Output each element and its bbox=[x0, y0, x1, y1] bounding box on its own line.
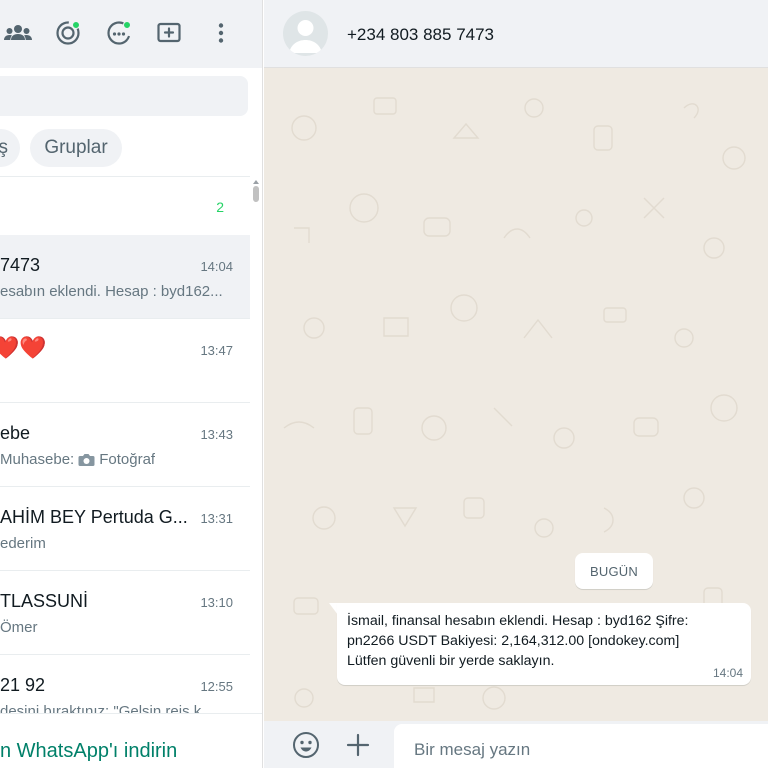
chat-name: ❤️❤️ bbox=[0, 335, 47, 360]
chat-name: 7473 bbox=[0, 255, 41, 275]
chat-list-item[interactable]: ebe 13:43 Muhasebe: Fotoğraf bbox=[0, 403, 250, 487]
chat-name: ebe bbox=[0, 423, 31, 443]
message-time: 14:04 bbox=[712, 666, 743, 680]
chat-list-item[interactable]: 7473 14:04 esabın eklendi. Hesap : byd16… bbox=[0, 235, 250, 319]
chat-name: TLASSUNİ bbox=[0, 591, 89, 611]
chat-list-header bbox=[0, 0, 262, 68]
search-input[interactable] bbox=[0, 76, 248, 116]
archived-count: 2 bbox=[216, 199, 224, 215]
filter-chip-groups[interactable]: Gruplar bbox=[30, 129, 122, 167]
chat-list-item[interactable]: AHİM BEY Pertuda G... 13:31 ederim bbox=[0, 487, 250, 571]
message-input[interactable] bbox=[394, 724, 768, 768]
communities-icon[interactable] bbox=[3, 18, 33, 48]
filter-chip-label: ş bbox=[0, 137, 8, 159]
archived-row[interactable]: 2 bbox=[0, 177, 250, 235]
filter-chip-unread[interactable]: ş bbox=[0, 129, 20, 167]
filter-chip-label: Gruplar bbox=[44, 137, 108, 158]
chat-preview: esabın eklendi. Hesap : byd162... bbox=[0, 283, 223, 300]
chat-preview: ederim bbox=[0, 535, 46, 552]
chat-name: 21 92 bbox=[0, 675, 46, 695]
chat-preview: desini bıraktınız: "Gelsin reis k... bbox=[0, 703, 214, 713]
new-chat-icon[interactable] bbox=[154, 18, 184, 48]
chat-list: 2 7473 14:04 esabın eklendi. Hesap : byd… bbox=[0, 176, 250, 713]
conversation-header: +234 803 885 7473 bbox=[264, 0, 768, 68]
menu-icon[interactable] bbox=[206, 18, 236, 48]
scroll-up-arrow-icon[interactable] bbox=[253, 180, 259, 184]
chat-time: 13:10 bbox=[200, 595, 233, 610]
scroll-thumb[interactable] bbox=[253, 186, 259, 202]
date-separator: BUGÜN bbox=[575, 553, 653, 589]
contact-name[interactable]: +234 803 885 7473 bbox=[347, 25, 494, 45]
chat-name: AHİM BEY Pertuda G... bbox=[0, 507, 188, 527]
attach-plus-icon[interactable] bbox=[344, 731, 372, 759]
message-text: İsmail, finansal hesabın eklendi. Hesap … bbox=[347, 613, 689, 669]
chat-list-item[interactable]: ❤️❤️ 13:47 bbox=[0, 319, 250, 403]
chat-time: 12:55 bbox=[200, 679, 233, 694]
chat-preview: Ömer bbox=[0, 619, 38, 636]
chat-preview: Muhasebe: Fotoğraf bbox=[0, 451, 156, 468]
chat-time: 13:31 bbox=[200, 511, 233, 526]
conversation-pane: +234 803 885 7473 BUGÜN İsmail, finansal… bbox=[264, 0, 768, 768]
avatar[interactable] bbox=[283, 11, 328, 56]
download-banner: n WhatsApp'ı indirin bbox=[0, 713, 262, 768]
chat-time: 14:04 bbox=[200, 259, 233, 274]
download-whatsapp-link[interactable]: n WhatsApp'ı indirin bbox=[0, 740, 177, 763]
status-icon[interactable] bbox=[53, 18, 83, 48]
default-avatar-icon bbox=[289, 20, 322, 53]
channels-unread-dot bbox=[123, 21, 131, 29]
chat-time: 13:43 bbox=[200, 427, 233, 442]
camera-icon bbox=[78, 453, 95, 466]
channels-icon[interactable] bbox=[104, 18, 134, 48]
chat-list-item[interactable]: 21 92 12:55 desini bıraktınız: "Gelsin r… bbox=[0, 655, 250, 713]
chat-list-item[interactable]: TLASSUNİ 13:10 Ömer bbox=[0, 571, 250, 655]
emoji-icon[interactable] bbox=[292, 731, 320, 759]
chat-time: 13:47 bbox=[200, 343, 233, 358]
chat-list-scrollbar[interactable] bbox=[250, 176, 262, 713]
incoming-message-bubble[interactable]: İsmail, finansal hesabın eklendi. Hesap … bbox=[337, 603, 751, 685]
chat-list-pane: ş Gruplar 2 7473 14:04 esabın eklendi. H… bbox=[0, 0, 263, 768]
message-composer bbox=[264, 721, 768, 768]
status-unread-dot bbox=[72, 21, 80, 29]
